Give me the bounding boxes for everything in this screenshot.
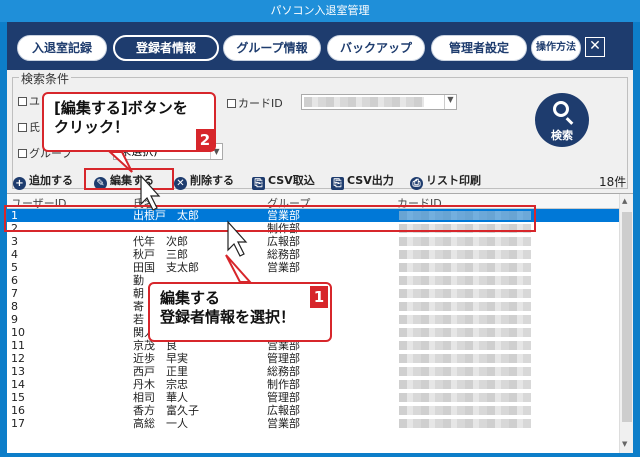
mouse-cursor-icon bbox=[227, 220, 248, 257]
step-2-callout-pointer bbox=[107, 151, 133, 173]
annotation-arrows bbox=[107, 151, 253, 283]
mouse-cursor-icon-2 bbox=[140, 174, 161, 211]
step-1-callout-pointer bbox=[225, 254, 253, 283]
